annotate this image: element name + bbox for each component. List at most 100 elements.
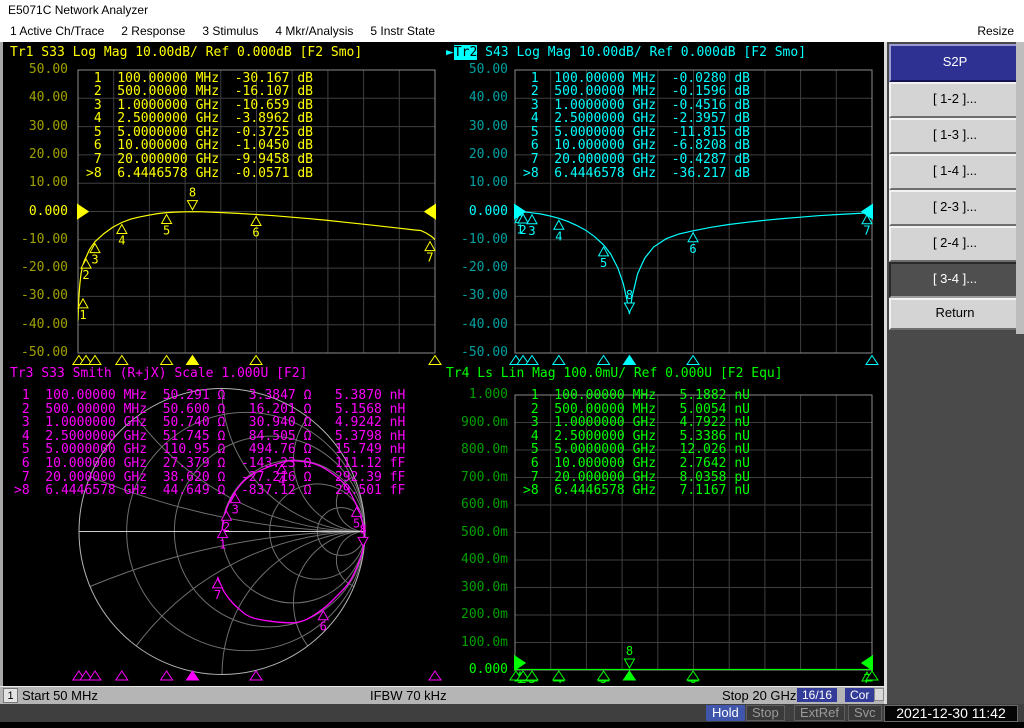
softkey-24[interactable]: [ 2-4 ]...: [889, 226, 1021, 262]
marker-7[interactable]: 7: [862, 215, 872, 238]
svg-text:2: 2: [519, 223, 526, 237]
marker-6[interactable]: 6: [318, 611, 328, 634]
tr4-ytick: 900.0m: [448, 416, 508, 430]
marker-row: 6 10.000000 GHz -1.0450 dB: [86, 139, 313, 153]
tr1-ytick: -40.00: [8, 318, 68, 332]
marker-row: 1 100.00000 MHz -0.0280 dB: [523, 72, 750, 86]
svg-text:4: 4: [555, 229, 562, 243]
marker-2[interactable]: 2: [221, 511, 231, 534]
marker-8[interactable]: 8: [624, 644, 634, 668]
tr2-marker-table: 1 100.00000 MHz -0.0280 dB 2 500.00000 M…: [523, 72, 750, 181]
tr1-ytick: -20.00: [8, 261, 68, 275]
menu-item-1[interactable]: 1 Active Ch/Trace: [10, 24, 104, 38]
tr2-ytick: 50.00: [448, 63, 508, 77]
marker-row: 5 5.0000000 GHz 12.026 nU: [523, 443, 750, 457]
svg-text:7: 7: [214, 588, 221, 602]
instrument-screen: Tr1 S33 Log Mag 10.00dB/ Ref 0.000dB [F2…: [0, 42, 884, 686]
tr2-ytick: -20.00: [448, 261, 508, 275]
marker-row: 7 20.000000 GHz -0.4287 dB: [523, 153, 750, 167]
svg-text:3: 3: [232, 503, 239, 517]
tr4-ytick: 200.0m: [448, 608, 508, 622]
marker-row: 6 10.000000 GHz -6.8208 dB: [523, 139, 750, 153]
marker-row: 4 2.5000000 GHz 51.745 Ω 84.505 Ω 5.3798…: [14, 430, 405, 444]
menu-item-4[interactable]: 4 Mkr/Analysis: [275, 24, 353, 38]
svg-text:8: 8: [626, 644, 633, 658]
correction-badge: Cor: [845, 688, 874, 702]
marker-row: >8 6.4446578 GHz 7.1167 nU: [523, 484, 750, 498]
tr4-ytick: 300.0m: [448, 581, 508, 595]
tr2-ytick: 40.00: [448, 91, 508, 105]
menu-item-3[interactable]: 3 Stimulus: [202, 24, 258, 38]
marker-8[interactable]: 8: [187, 186, 197, 210]
softkey-34[interactable]: [ 3-4 ]...: [889, 262, 1021, 298]
resize-button[interactable]: Resize: [977, 24, 1014, 38]
marker-5[interactable]: 5: [162, 215, 172, 238]
marker-row: 3 1.0000000 GHz -10.659 dB: [86, 99, 313, 113]
marker-7[interactable]: 7: [213, 579, 223, 602]
marker-6[interactable]: 6: [251, 216, 261, 239]
marker-row: 3 1.0000000 GHz -0.4516 dB: [523, 99, 750, 113]
tr1-ytick: 40.00: [8, 91, 68, 105]
marker-4[interactable]: 4: [554, 220, 564, 243]
tr1-ytick: 10.00: [8, 176, 68, 190]
status-spacer-box: [874, 688, 884, 701]
marker-row: 1 100.00000 MHz 5.1882 nU: [523, 389, 750, 403]
menu-item-2[interactable]: 2 Response: [121, 24, 185, 38]
marker-5[interactable]: 5: [599, 247, 609, 270]
marker-row: 5 5.0000000 GHz -0.3725 dB: [86, 126, 313, 140]
tr1-ytick: -50.00: [8, 346, 68, 360]
tr2-ytick: -30.00: [448, 289, 508, 303]
entry-status-bar: 1 Start 50 MHz IFBW 70 kHz Stop 20 GHz 1…: [0, 686, 884, 704]
screen-left-border: [0, 42, 3, 704]
softkey-12[interactable]: [ 1-2 ]...: [889, 82, 1021, 118]
svg-text:5: 5: [163, 224, 170, 238]
marker-7[interactable]: 7: [425, 242, 435, 265]
softkey-13[interactable]: [ 1-3 ]...: [889, 118, 1021, 154]
tr4-ytick: 500.0m: [448, 526, 508, 540]
menu-item-5[interactable]: 5 Instr State: [370, 24, 435, 38]
marker-8[interactable]: 8: [358, 522, 368, 546]
svg-text:7: 7: [426, 251, 433, 265]
svg-text:1: 1: [219, 538, 226, 552]
tr1-ytick: 20.00: [8, 148, 68, 162]
tr2-ytick: 20.00: [448, 148, 508, 162]
marker-row: 6 10.000000 GHz 2.7642 nU: [523, 457, 750, 471]
marker-row: 7 20.000000 GHz -9.9458 dB: [86, 153, 313, 167]
svg-text:1: 1: [79, 308, 86, 322]
tr4-ytick: 800.0m: [448, 443, 508, 457]
tr1-ytick: 50.00: [8, 63, 68, 77]
softkey-menu: S2P [ 1-2 ]...[ 1-3 ]...[ 1-4 ]...[ 2-3 …: [884, 42, 1024, 704]
tr2-ytick: 10.00: [448, 176, 508, 190]
marker-4[interactable]: 4: [117, 225, 127, 248]
start-frequency-label: Start 50 MHz: [22, 688, 98, 703]
tr1-ytick: 30.00: [8, 120, 68, 134]
marker-3[interactable]: 3: [527, 215, 537, 238]
marker-row: 7 20.000000 GHz 8.0358 pU: [523, 471, 750, 485]
marker-row: 2 500.00000 MHz -0.1596 dB: [523, 85, 750, 99]
marker-1[interactable]: 1: [78, 299, 88, 322]
marker-row: >8 6.4446578 GHz -0.0571 dB: [86, 167, 313, 181]
svg-text:5: 5: [600, 256, 607, 270]
softkey-return[interactable]: Return: [889, 298, 1021, 330]
tr4-ytick: 400.0m: [448, 553, 508, 567]
marker-6[interactable]: 6: [688, 233, 698, 256]
tr4-marker-table: 1 100.00000 MHz 5.1882 nU 2 500.00000 MH…: [523, 389, 750, 498]
svg-text:3: 3: [91, 253, 98, 267]
ifbw-label: IFBW 70 kHz: [370, 688, 447, 703]
marker-8[interactable]: 8: [624, 288, 634, 312]
softkey-23[interactable]: [ 2-3 ]...: [889, 190, 1021, 226]
svg-text:6: 6: [320, 620, 327, 634]
marker-row: 1 100.00000 MHz -30.167 dB: [86, 72, 313, 86]
tr2-ytick: -10.00: [448, 233, 508, 247]
softkey-scroll-strip[interactable]: [1016, 42, 1024, 334]
trigger-stop-indicator: Stop: [746, 705, 785, 721]
softkey-14[interactable]: [ 1-4 ]...: [889, 154, 1021, 190]
tr1-ytick: 0.000: [8, 205, 68, 219]
tr1-marker-table: 1 100.00000 MHz -30.167 dB 2 500.00000 M…: [86, 72, 313, 181]
instrument-status-bar: Hold Stop ExtRef Svc 2021-12-30 11:42: [0, 704, 1024, 722]
marker-row: 6 10.000000 GHz 27.379 Ω -143.23 Ω 111.1…: [14, 457, 405, 471]
tr4-ytick: 1.000: [448, 388, 508, 402]
tr1-ytick: -30.00: [8, 289, 68, 303]
marker-2[interactable]: 2: [81, 259, 91, 282]
datetime-display: 2021-12-30 11:42: [884, 705, 1018, 722]
